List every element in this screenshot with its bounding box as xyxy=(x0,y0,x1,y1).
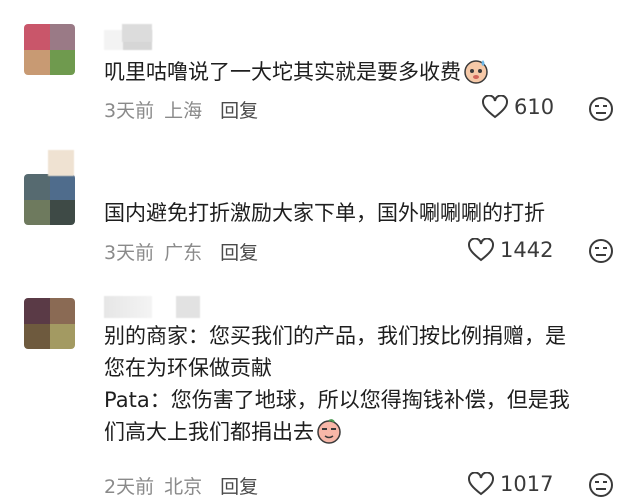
avatar[interactable] xyxy=(24,298,75,349)
dislike-button[interactable] xyxy=(588,96,614,126)
comment-time: 3天前 xyxy=(104,100,155,122)
comment-location: 广东 xyxy=(164,242,203,264)
comment-time: 2天前 xyxy=(104,476,155,498)
comment-location: 北京 xyxy=(164,476,203,498)
username-blurred[interactable] xyxy=(104,296,152,318)
comment-meta: 3天前 上海 回复 xyxy=(104,96,258,123)
comment-item: 别的商家：您买我们的产品，我们按比例捐赠，是 您在为环保做贡献 Pata：您伤害… xyxy=(0,278,640,504)
reply-button[interactable]: 回复 xyxy=(220,476,258,498)
sweat-face-icon xyxy=(463,58,489,93)
like-count: 610 xyxy=(514,95,555,119)
heart-icon xyxy=(468,472,494,496)
like-count: 1017 xyxy=(500,472,554,496)
avatar[interactable] xyxy=(24,24,75,75)
username-blurred[interactable] xyxy=(48,150,74,176)
comment-item: 叽里咕噜说了一大坨其实就是要多收费 3天前 上海 回复 610 xyxy=(0,0,640,130)
smirk-peach-icon xyxy=(316,418,342,453)
meh-face-icon xyxy=(589,239,613,263)
dislike-button[interactable] xyxy=(588,238,614,268)
username-blurred xyxy=(176,296,200,318)
comment-meta: 2天前 北京 回复 xyxy=(104,472,258,499)
comment-location: 上海 xyxy=(164,100,203,122)
heart-icon xyxy=(482,95,508,119)
like-button[interactable]: 1017 xyxy=(468,472,553,496)
comment-text: 叽里咕噜说了一大坨其实就是要多收费 xyxy=(104,56,489,93)
reply-button[interactable]: 回复 xyxy=(220,100,258,122)
reply-button[interactable]: 回复 xyxy=(220,242,258,264)
heart-icon xyxy=(468,238,494,262)
comment-meta: 3天前 广东 回复 xyxy=(104,238,258,265)
comment-time: 3天前 xyxy=(104,242,155,264)
comment-text: 国内避免打折激励大家下单，国外唰唰唰的打折 xyxy=(104,201,545,225)
like-count: 1442 xyxy=(500,238,554,262)
avatar[interactable] xyxy=(24,174,75,225)
like-button[interactable]: 1442 xyxy=(468,238,553,262)
like-button[interactable]: 610 xyxy=(482,95,554,119)
meh-face-icon xyxy=(589,473,613,497)
comment-text: 别的商家：您买我们的产品，我们按比例捐赠，是 您在为环保做贡献 Pata：您伤害… xyxy=(104,320,570,453)
dislike-button[interactable] xyxy=(588,472,614,502)
username-blurred xyxy=(122,24,152,42)
comment-item: 国内避免打折激励大家下单，国外唰唰唰的打折 3天前 广东 回复 1442 xyxy=(0,140,640,270)
meh-face-icon xyxy=(589,97,613,121)
